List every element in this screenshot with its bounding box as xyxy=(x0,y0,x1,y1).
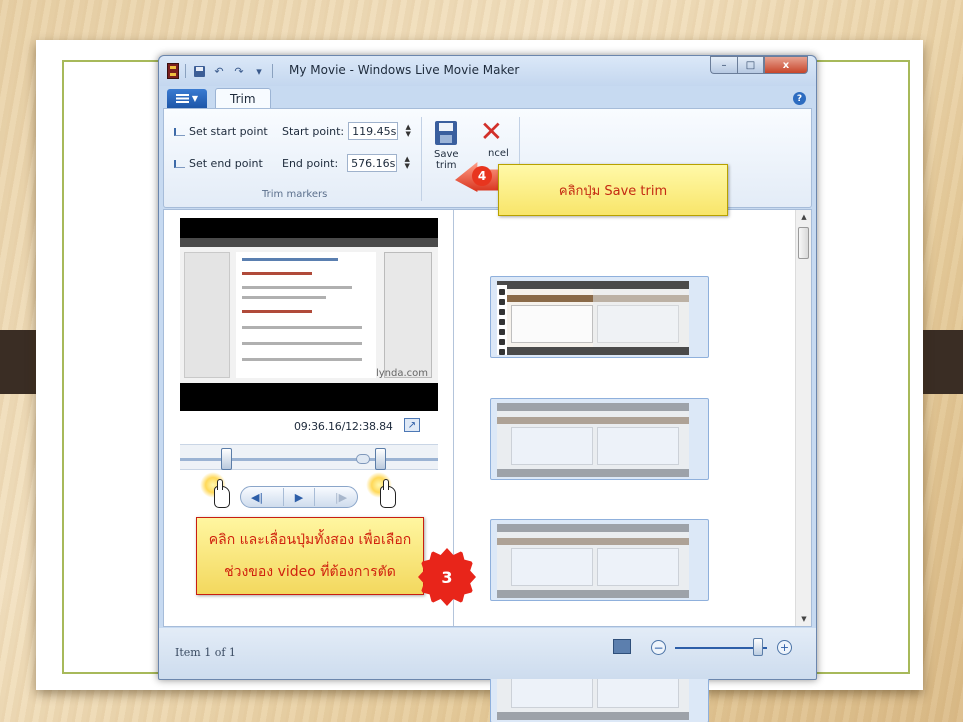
start-point-spinner[interactable]: ▲ ▼ xyxy=(402,122,414,140)
hand-cursor-icon xyxy=(366,472,402,512)
ribbon-tabs: ▼ Trim ? xyxy=(159,86,816,109)
zoom-slider-thumb[interactable] xyxy=(753,638,763,656)
trim-markers-group-label: Trim markers xyxy=(262,189,328,200)
title-bar: ↶ ↷ ▾ My Movie - Windows Live Movie Make… xyxy=(159,56,816,86)
save-trim-icon xyxy=(435,121,458,145)
set-end-point-button[interactable]: Set end point xyxy=(174,157,263,170)
clip-thumbnail[interactable] xyxy=(490,398,709,480)
previous-frame-button[interactable]: ◀| xyxy=(251,491,263,504)
end-point-control: End point: 576.16s ▲ ▼ xyxy=(282,154,413,172)
save-icon[interactable] xyxy=(192,64,206,78)
scroll-down-icon[interactable]: ▼ xyxy=(796,612,812,626)
undo-icon[interactable]: ↶ xyxy=(212,64,226,78)
end-point-label: End point: xyxy=(282,156,339,170)
trim-start-handle[interactable] xyxy=(221,448,232,470)
scroll-thumb[interactable] xyxy=(798,227,809,259)
video-watermark: lynda.com xyxy=(375,368,428,379)
save-trim-callout-text: คลิกปุ่ม Save trim xyxy=(558,183,668,199)
storyboard-scrollbar[interactable]: ▲ ▼ xyxy=(795,210,811,626)
thumbnail-size-icon[interactable] xyxy=(613,639,631,654)
chevron-down-icon: ▼ xyxy=(191,94,199,103)
trim-handles-callout: คลิก และเลื่อนปุ่มทั้งสอง เพื่อเลือก ช่ว… xyxy=(196,517,424,595)
ribbon-divider xyxy=(421,117,422,201)
step-4-badge: 4 xyxy=(472,166,492,186)
video-frame: lynda.com xyxy=(180,238,438,383)
minimize-button[interactable]: – xyxy=(710,56,737,74)
customize-qat-icon[interactable]: ▾ xyxy=(252,64,266,78)
expand-preview-icon[interactable]: ↗ xyxy=(404,418,420,432)
redo-icon[interactable]: ↷ xyxy=(232,64,246,78)
scroll-up-icon[interactable]: ▲ xyxy=(796,210,812,224)
timecode: 09:36.16/12:38.84 xyxy=(294,420,393,433)
next-frame-button[interactable]: |▶ xyxy=(335,491,347,504)
set-end-point-label: Set end point xyxy=(189,157,263,170)
qat-separator xyxy=(185,64,186,78)
start-point-control: Start point: 119.45s ▲ ▼ xyxy=(282,122,414,140)
status-bar: Item 1 of 1 − + xyxy=(159,628,816,679)
save-trim-button[interactable]: Save trim xyxy=(434,121,459,171)
save-trim-callout: คลิกปุ่ม Save trim xyxy=(498,164,728,216)
trim-slider xyxy=(180,444,438,470)
storyboard xyxy=(455,210,795,722)
end-point-spinner[interactable]: ▲ ▼ xyxy=(401,154,413,172)
cancel-icon: ✕ xyxy=(479,115,504,148)
save-trim-label-line1: Save xyxy=(434,149,459,160)
movie-maker-app-icon[interactable] xyxy=(167,63,179,79)
playback-controls: ◀| ▶ |▶ xyxy=(240,486,358,508)
playhead-indicator[interactable] xyxy=(356,454,370,464)
spin-down-icon[interactable]: ▼ xyxy=(404,163,409,170)
tab-trim[interactable]: Trim xyxy=(215,88,271,109)
zoom-out-icon[interactable]: − xyxy=(651,640,666,655)
cancel-button[interactable]: ✕ ncel xyxy=(474,115,509,160)
zoom-in-icon[interactable]: + xyxy=(777,640,792,655)
quick-access-toolbar: ↶ ↷ ▾ xyxy=(167,63,273,79)
end-point-input[interactable]: 576.16s xyxy=(347,154,398,172)
window-title: My Movie - Windows Live Movie Maker xyxy=(289,63,520,77)
set-start-point-label: Set start point xyxy=(189,125,268,138)
trim-callout-line1: คลิก และเลื่อนปุ่มทั้งสอง เพื่อเลือก xyxy=(208,532,412,548)
clip-thumbnail[interactable] xyxy=(490,276,709,358)
filmstrip-holes xyxy=(497,285,507,355)
set-end-point-icon xyxy=(174,159,185,168)
help-icon[interactable]: ? xyxy=(793,92,806,105)
close-button[interactable]: x xyxy=(764,56,808,74)
hand-cursor-icon xyxy=(200,472,236,512)
set-start-point-icon xyxy=(174,127,185,136)
start-point-input[interactable]: 119.45s xyxy=(348,122,399,140)
video-preview[interactable]: lynda.com xyxy=(180,218,438,411)
spin-down-icon[interactable]: ▼ xyxy=(405,131,410,138)
qat-separator xyxy=(272,64,273,78)
save-trim-label-line2: trim xyxy=(435,160,457,171)
application-menu-button[interactable]: ▼ xyxy=(167,89,207,108)
trim-callout-line2: ช่วงของ video ที่ต้องการตัด xyxy=(224,564,396,580)
menu-icon xyxy=(175,94,189,103)
trim-end-handle[interactable] xyxy=(375,448,386,470)
status-item-count: Item 1 of 1 xyxy=(175,646,236,659)
clip-thumbnail[interactable] xyxy=(490,519,709,601)
cancel-label: ncel xyxy=(488,148,509,159)
window-controls: – □ x xyxy=(710,56,808,74)
set-start-point-button[interactable]: Set start point xyxy=(174,125,268,138)
play-button[interactable]: ▶ xyxy=(282,488,315,506)
maximize-button[interactable]: □ xyxy=(737,56,764,74)
start-point-label: Start point: xyxy=(282,124,345,138)
trim-track xyxy=(180,458,438,461)
